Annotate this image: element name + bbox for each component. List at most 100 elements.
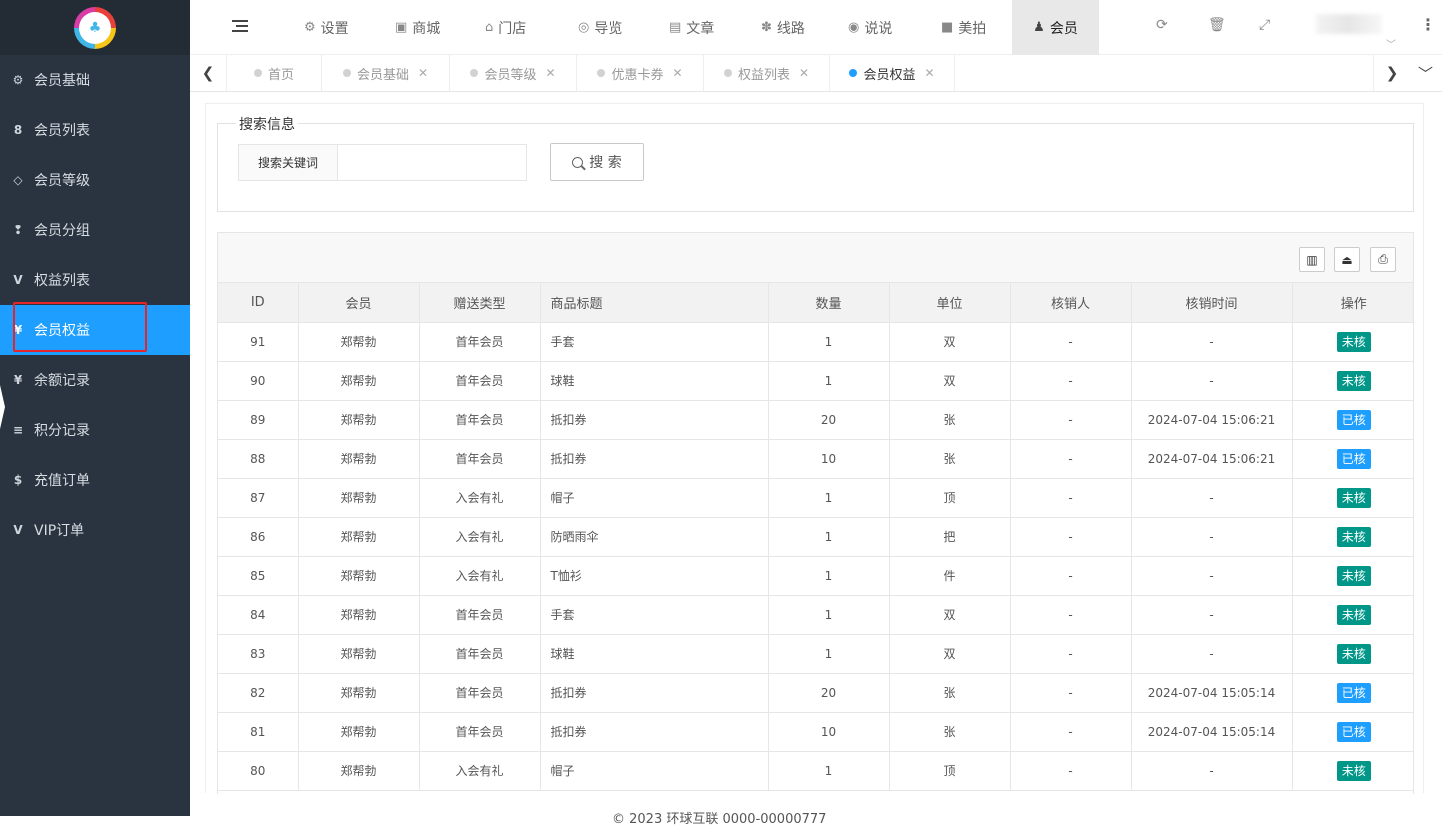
column-header[interactable]: 操作 (1291, 283, 1413, 323)
column-header[interactable]: 商品标题 (539, 283, 769, 323)
sidebar-item-9[interactable]: V VIP订单 (0, 505, 190, 555)
verify-status-button[interactable]: 未核 (1336, 760, 1371, 781)
search-icon (572, 156, 584, 168)
top-nav-item-2[interactable]: ⌂ 门店 (485, 0, 526, 55)
table-row: 88 郑帮勃 首年会员 抵扣券 10 张 -2024-07-04 15:06:21 已核 (218, 438, 1413, 479)
close-icon[interactable]: ✕ (799, 66, 809, 80)
sidebar-item-6[interactable]: ¥ 余额记录 (0, 355, 190, 405)
verify-status-button[interactable]: 未核 (1336, 565, 1371, 586)
tab-2[interactable]: 会员等级 ✕ (450, 55, 577, 91)
table-cell: - (1130, 516, 1293, 557)
fullscreen-icon[interactable]: ⤢ (1259, 17, 1270, 33)
column-header[interactable]: ID (218, 283, 299, 323)
verify-status-button[interactable]: 未核 (1336, 370, 1371, 391)
table-cell: 首年会员 (418, 399, 541, 440)
top-nav-item-3[interactable]: ◎ 导览 (578, 0, 622, 55)
table-row: 81 郑帮勃 首年会员 抵扣券 10 张 -2024-07-04 15:05:14 已核 (218, 711, 1413, 752)
close-icon[interactable]: ✕ (545, 66, 555, 80)
sidebar-item-1[interactable]: 8 会员列表 (0, 105, 190, 155)
column-header[interactable]: 会员 (297, 283, 420, 323)
verify-status-button[interactable]: 未核 (1336, 643, 1371, 664)
columns-filter-icon[interactable]: ▥ (1299, 247, 1325, 272)
tabs-prev-icon[interactable]: ❮ (190, 55, 227, 91)
verify-status-button[interactable]: 未核 (1336, 331, 1371, 352)
sidebar-item-8[interactable]: $ 充值订单 (0, 455, 190, 505)
cell-action: 未核 (1291, 516, 1413, 557)
refresh-icon[interactable]: ⟳ (1156, 17, 1168, 33)
top-nav-item-6[interactable]: ◉ 说说 (848, 0, 892, 55)
sidebar-item-2[interactable]: ◇ 会员等级 (0, 155, 190, 205)
table-cell: 郑帮勃 (297, 750, 420, 791)
top-nav-item-5[interactable]: ✽ 线路 (761, 0, 805, 55)
sidebar-item-7[interactable]: ≡ 积分记录 (0, 405, 190, 455)
cell-action: 未核 (1291, 360, 1413, 401)
top-nav-item-1[interactable]: ▣ 商城 (395, 0, 440, 55)
top-nav-item-0[interactable]: ⚙ 设置 (304, 0, 349, 55)
column-header[interactable]: 单位 (888, 283, 1011, 323)
verify-status-button[interactable]: 未核 (1336, 604, 1371, 625)
tab-3[interactable]: 优惠卡券 ✕ (577, 55, 704, 91)
table-cell: - (1009, 438, 1132, 479)
user-name-blurred[interactable] (1316, 14, 1382, 34)
keyword-input[interactable] (338, 144, 527, 181)
export-icon[interactable]: ⏏ (1334, 247, 1360, 272)
table-cell: 1 (767, 516, 890, 557)
table-cell: 80 (218, 750, 299, 791)
table-cell: - (1009, 555, 1132, 596)
tab-1[interactable]: 会员基础 ✕ (322, 55, 450, 91)
tab-4[interactable]: 权益列表 ✕ (704, 55, 830, 91)
table-row: 85 郑帮勃 入会有礼 T恤衫 1 件 - - 未核 (218, 555, 1413, 596)
tab-0[interactable]: 首页 (227, 55, 322, 91)
sidebar-item-5[interactable]: ¥ 会员权益 (0, 305, 190, 355)
column-header[interactable]: 数量 (767, 283, 890, 323)
close-icon[interactable]: ✕ (924, 66, 934, 80)
more-menu-icon[interactable]: ⋮ (1420, 15, 1436, 34)
top-nav-label: 说说 (864, 20, 893, 37)
top-nav-item-7[interactable]: ■ 美拍 (941, 0, 986, 55)
table-cell: 10 (767, 438, 890, 479)
table-cell: 帽子 (539, 750, 769, 791)
logo[interactable]: ♣ (74, 6, 116, 49)
sidebar-collapse-handle[interactable] (0, 385, 5, 429)
table-cell: 防晒雨伞 (539, 516, 769, 557)
table-cell: 82 (218, 672, 299, 713)
top-nav-item-8[interactable]: ♟ 会员 (1012, 0, 1099, 55)
cell-action: 已核 (1291, 672, 1413, 713)
tab-label: 会员权益 (863, 67, 916, 83)
print-icon[interactable]: ⎙ (1370, 247, 1396, 272)
column-header[interactable]: 核销人 (1009, 283, 1132, 323)
column-header[interactable]: 核销时间 (1130, 283, 1293, 323)
search-button[interactable]: 搜 索 (550, 143, 644, 181)
chevron-down-icon[interactable]: ﹀ (1386, 36, 1396, 51)
table-cell: 双 (888, 594, 1011, 635)
tab-5[interactable]: 会员权益 ✕ (830, 55, 955, 91)
close-icon[interactable]: ✕ (418, 66, 428, 80)
verify-status-button[interactable]: 未核 (1336, 487, 1371, 508)
top-nav-item-4[interactable]: ▤ 文章 (669, 0, 714, 55)
tabs-next-icon[interactable]: ❯ (1373, 55, 1410, 91)
table-row: 91 郑帮勃 首年会员 手套 1 双 - - 未核 (218, 321, 1413, 362)
table-cell: 郑帮勃 (297, 321, 420, 362)
table-cell: 郑帮勃 (297, 438, 420, 479)
column-header[interactable]: 赠送类型 (418, 283, 541, 323)
tabs-menu-icon[interactable]: ﹀ (1407, 55, 1442, 91)
menu-toggle-icon[interactable] (232, 17, 248, 37)
sidebar-item-3[interactable]: ❢ 会员分组 (0, 205, 190, 255)
cell-action: 已核 (1291, 399, 1413, 440)
verify-status-button[interactable]: 已核 (1336, 448, 1371, 469)
tab-dot-icon (253, 69, 262, 77)
table-cell: 10 (767, 711, 890, 752)
verify-status-button[interactable]: 已核 (1336, 682, 1371, 703)
table-cell: 件 (888, 555, 1011, 596)
trash-icon[interactable]: 🗑 (1208, 17, 1226, 33)
sidebar-item-0[interactable]: ⚙ 会员基础 (0, 55, 190, 105)
vimeo-icon: V (13, 273, 23, 287)
table-cell: 1 (767, 555, 890, 596)
verify-status-button[interactable]: 已核 (1336, 721, 1371, 742)
video-camera-icon: ■ (941, 20, 954, 35)
table-cell: 89 (218, 399, 299, 440)
verify-status-button[interactable]: 已核 (1336, 409, 1371, 430)
verify-status-button[interactable]: 未核 (1336, 526, 1371, 547)
close-icon[interactable]: ✕ (672, 66, 682, 80)
sidebar-item-4[interactable]: V 权益列表 (0, 255, 190, 305)
